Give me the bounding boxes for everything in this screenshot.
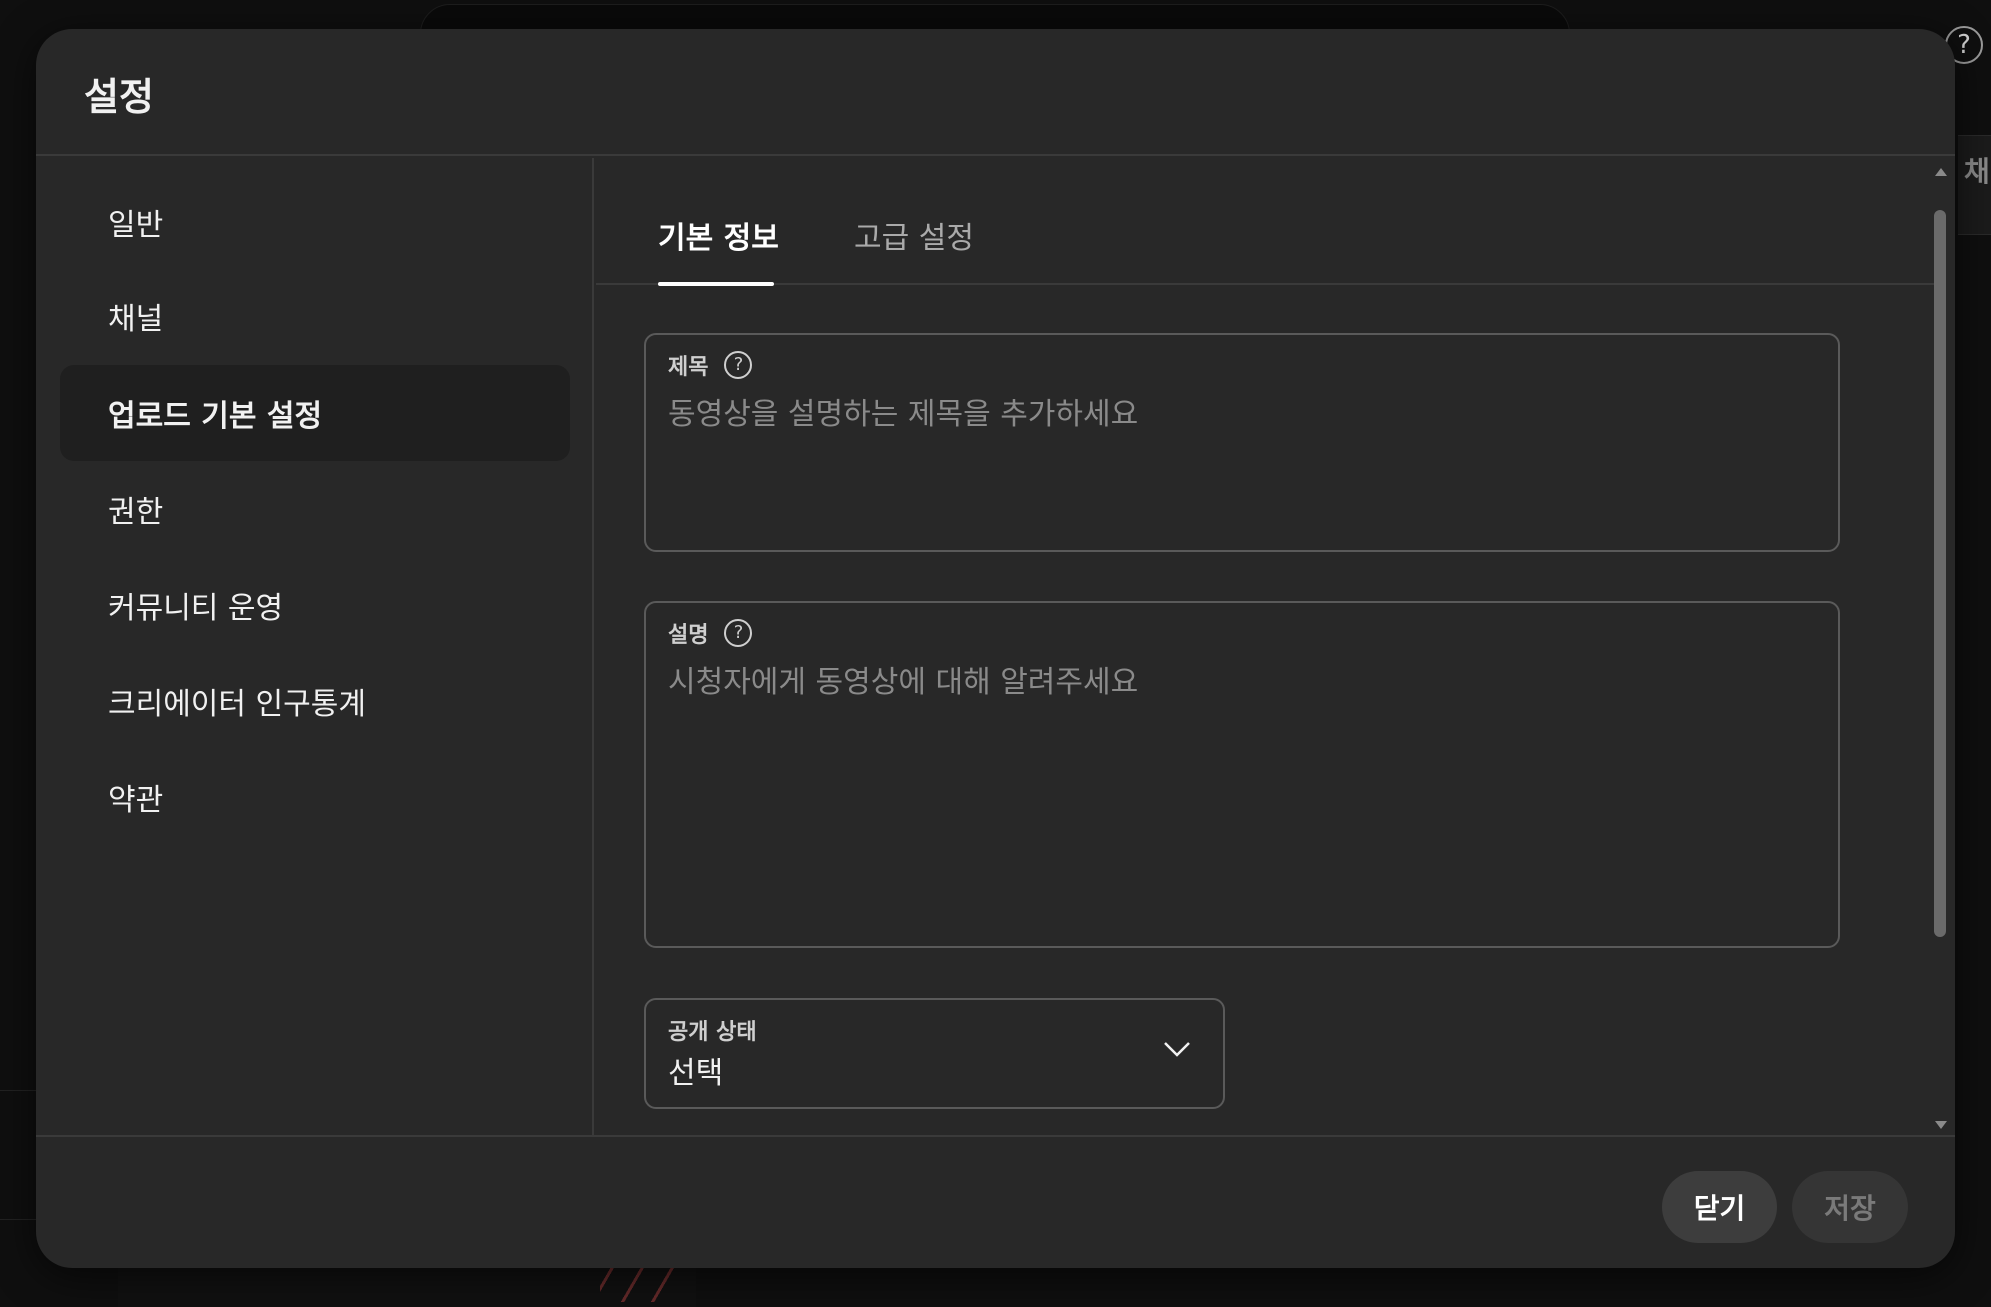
settings-dialog: 설정 일반 채널 업로드 기본 설정 권한 커뮤니티 운영 크리에이터 인구통계…: [36, 29, 1955, 1268]
visibility-select[interactable]: 공개 상태 선택: [644, 998, 1225, 1109]
title-input[interactable]: 동영상을 설명하는 제목을 추가하세요: [668, 389, 1816, 433]
title-field-label-row: 제목 ?: [668, 349, 753, 381]
tab-bar: 기본 정보 고급 설정: [596, 158, 1936, 286]
description-field[interactable]: 설명 ? 시청자에게 동영상에 대해 알려주세요: [644, 601, 1840, 948]
nav-item-creator-demographics[interactable]: 크리에이터 인구통계: [60, 653, 570, 749]
description-field-label-row: 설명 ?: [668, 617, 753, 649]
tab-basic-info[interactable]: 기본 정보: [658, 213, 779, 257]
background-divider: [0, 1090, 36, 1220]
dialog-footer: 닫기 저장: [36, 1135, 1955, 1268]
title-field[interactable]: 제목 ? 동영상을 설명하는 제목을 추가하세요: [644, 333, 1840, 552]
question-circle-icon[interactable]: ?: [724, 351, 753, 379]
scroll-up-arrow-icon[interactable]: [1935, 168, 1947, 176]
background-side-panel-label: 채: [1964, 155, 1990, 188]
title-field-label: 제목: [668, 355, 709, 380]
visibility-label-text: 공개 상태: [668, 1020, 757, 1045]
visibility-label: 공개 상태: [668, 1014, 757, 1046]
description-field-label: 설명: [668, 623, 709, 648]
content-scrollbar[interactable]: [1930, 158, 1950, 1135]
dialog-header: 설정: [36, 29, 1955, 156]
nav-item-general[interactable]: 일반: [60, 174, 570, 270]
nav-item-upload-defaults[interactable]: 업로드 기본 설정: [60, 365, 570, 461]
nav-item-channel[interactable]: 채널: [60, 268, 570, 364]
chevron-down-icon[interactable]: [1163, 1040, 1191, 1058]
close-button[interactable]: 닫기: [1662, 1171, 1777, 1243]
background-thumbnail: [600, 1262, 680, 1302]
dialog-title: 설정: [84, 75, 154, 119]
settings-nav: 일반 채널 업로드 기본 설정 권한 커뮤니티 운영 크리에이터 인구통계 약관: [36, 158, 594, 1135]
tab-advanced-settings[interactable]: 고급 설정: [854, 213, 974, 257]
nav-item-permissions[interactable]: 권한: [60, 461, 570, 557]
scrollbar-thumb[interactable]: [1934, 210, 1946, 937]
nav-item-terms[interactable]: 약관: [60, 749, 570, 845]
visibility-value: 선택: [668, 1056, 724, 1091]
active-tab-indicator: [658, 282, 774, 286]
settings-content: 기본 정보 고급 설정 제목 ? 동영상을 설명하는 제목을 추가하세요 설명 …: [596, 158, 1936, 1135]
description-input[interactable]: 시청자에게 동영상에 대해 알려주세요: [668, 657, 1816, 701]
nav-item-community[interactable]: 커뮤니티 운영: [60, 557, 570, 653]
scroll-down-arrow-icon[interactable]: [1935, 1121, 1947, 1129]
save-button[interactable]: 저장: [1792, 1171, 1908, 1243]
question-circle-icon[interactable]: ?: [724, 619, 753, 647]
